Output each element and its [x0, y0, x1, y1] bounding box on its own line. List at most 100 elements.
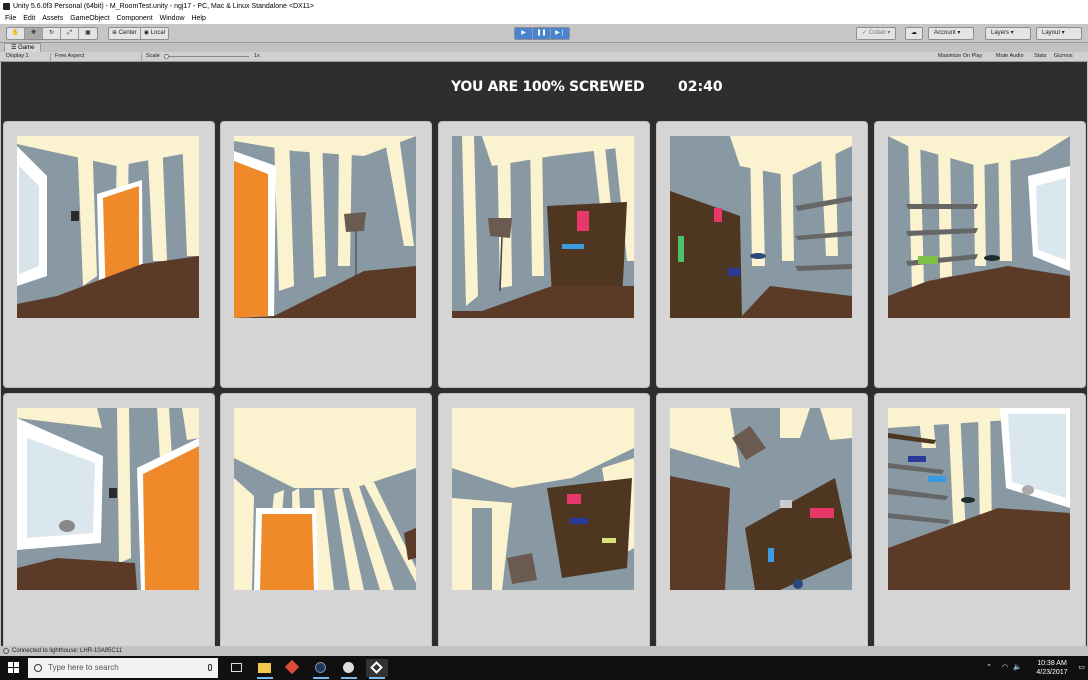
- camera-card-5[interactable]: [874, 121, 1086, 388]
- countdown-timer: 02:40: [678, 79, 723, 95]
- divider: [141, 53, 142, 61]
- game-view[interactable]: YOU ARE 100% SCREWED 02:40: [1, 62, 1087, 646]
- camera-card-6[interactable]: [3, 393, 215, 646]
- stats-toggle[interactable]: Stats: [1034, 52, 1047, 61]
- cloud-icon: ☁: [911, 30, 917, 36]
- layers-dropdown[interactable]: Layers ▾: [985, 27, 1031, 40]
- window-title: Unity 5.6.0f3 Personal (64bit) - M_RoomT…: [13, 3, 315, 10]
- main-toolbar: ✋ ✥ ↻ ⤢ ▣ ⊕ Center ◉ Local ▶ ❚❚ ▶❘ ✓ Col…: [0, 24, 1088, 43]
- camera-card-1[interactable]: [3, 121, 215, 388]
- menu-component[interactable]: Component: [116, 13, 152, 24]
- unity-taskbar-icon[interactable]: [366, 659, 388, 679]
- window-title-bar: Unity 5.6.0f3 Personal (64bit) - M_RoomT…: [0, 0, 1088, 13]
- camera-card-7[interactable]: [220, 393, 432, 646]
- camera-card-3[interactable]: [438, 121, 650, 388]
- menu-gameobject[interactable]: GameObject: [70, 13, 109, 24]
- search-placeholder: Type here to search: [48, 663, 119, 672]
- taskbar-clock[interactable]: 10:38 AM 4/23/2017: [1032, 659, 1072, 677]
- menu-help[interactable]: Help: [191, 13, 205, 24]
- tab-row: ☰ Game: [0, 43, 1088, 52]
- steamvr-icon[interactable]: [338, 659, 360, 679]
- camera-view-8: [452, 408, 634, 590]
- microphone-icon[interactable]: [208, 664, 212, 671]
- pivot-toggles: ⊕ Center ◉ Local: [108, 27, 169, 40]
- collab-dropdown[interactable]: ✓ Collab ▾: [856, 27, 897, 40]
- info-icon: [3, 648, 9, 654]
- collab-label: Collab: [868, 30, 886, 36]
- menu-file[interactable]: File: [5, 13, 16, 24]
- account-dropdown[interactable]: Account ▾: [928, 27, 974, 40]
- hand-icon[interactable]: ✋: [7, 28, 25, 39]
- camera-card-9[interactable]: [656, 393, 868, 646]
- maximize-on-play-toggle[interactable]: Maximize On Play: [938, 52, 982, 61]
- hud: YOU ARE 100% SCREWED 02:40: [1, 79, 1087, 101]
- clock-time: 10:38 AM: [1037, 660, 1067, 667]
- camera-view-2: [234, 136, 416, 318]
- pivot-icon: ⊕: [112, 30, 118, 36]
- tab-game[interactable]: ☰ Game: [4, 43, 42, 52]
- file-explorer-icon[interactable]: [254, 659, 276, 679]
- camera-card-2[interactable]: [220, 121, 432, 388]
- game-view-toolbar: Display 1 Free Aspect Scale 1x Maximize …: [0, 52, 1088, 62]
- windows-taskbar: Type here to search ⌃ ◠ 🔈 10:38 AM 4/23/…: [0, 656, 1088, 680]
- camera-view-3: [452, 136, 634, 318]
- camera-view-6: [17, 408, 199, 590]
- game-tab-label: Game: [18, 45, 35, 51]
- menu-assets[interactable]: Assets: [42, 13, 63, 24]
- local-icon: ◉: [143, 30, 149, 36]
- camera-view-7: [234, 408, 416, 590]
- divider: [50, 53, 51, 61]
- aspect-dropdown[interactable]: Free Aspect: [55, 52, 84, 61]
- task-view-icon[interactable]: [226, 659, 248, 677]
- editor-status-bar: Connected to lighthouse: LHR-10A85C11: [0, 646, 1088, 656]
- space-label: Local: [150, 30, 165, 36]
- camera-card-4[interactable]: [656, 121, 868, 388]
- play-button[interactable]: ▶: [515, 28, 533, 39]
- camera-card-10[interactable]: [874, 393, 1086, 646]
- camera-view-9: [670, 408, 852, 590]
- menu-window[interactable]: Window: [160, 13, 185, 24]
- move-icon[interactable]: ✥: [25, 28, 43, 39]
- pivot-center-button[interactable]: ⊕ Center: [109, 28, 141, 39]
- clock-date: 4/23/2017: [1036, 669, 1068, 676]
- step-button[interactable]: ▶❘: [551, 28, 569, 39]
- display-dropdown[interactable]: Display 1: [6, 52, 29, 61]
- status-message: Connected to lighthouse: LHR-10A85C11: [12, 648, 122, 654]
- scale-icon[interactable]: ⤢: [61, 28, 79, 39]
- account-label: Account: [934, 30, 956, 36]
- volume-icon[interactable]: 🔈: [1013, 663, 1022, 671]
- git-app-icon[interactable]: [282, 659, 304, 677]
- transform-tools: ✋ ✥ ↻ ⤢ ▣: [6, 27, 98, 40]
- layout-dropdown[interactable]: Layout ▾: [1036, 27, 1082, 40]
- windows-start-icon[interactable]: [8, 662, 20, 674]
- camera-view-4: [670, 136, 852, 318]
- scale-label: Scale: [146, 53, 160, 59]
- camera-view-1: [17, 136, 199, 318]
- pause-button[interactable]: ❚❚: [533, 28, 551, 39]
- scale-slider-handle[interactable]: [164, 54, 169, 59]
- camera-view-5: [888, 136, 1070, 318]
- menu-bar: File Edit Assets GameObject Component Wi…: [0, 13, 1088, 24]
- notifications-icon[interactable]: ▭: [1078, 663, 1085, 671]
- rect-icon[interactable]: ▣: [79, 28, 97, 39]
- layers-label: Layers: [991, 30, 1010, 36]
- chevron-up-icon[interactable]: ⌃: [986, 663, 992, 671]
- game-tab-icon: ☰: [11, 45, 17, 51]
- unity-icon: [3, 3, 10, 10]
- scale-value: 1x: [254, 53, 260, 59]
- pivot-label: Center: [118, 30, 137, 36]
- cloud-button[interactable]: ☁: [905, 27, 923, 40]
- camera-card-8[interactable]: [438, 393, 650, 646]
- pivot-local-button[interactable]: ◉ Local: [141, 28, 168, 39]
- rotate-icon[interactable]: ↻: [43, 28, 61, 39]
- gizmos-dropdown[interactable]: Gizmos: [1054, 52, 1073, 61]
- wifi-icon[interactable]: ◠: [1002, 663, 1008, 671]
- search-icon: [34, 664, 42, 672]
- menu-edit[interactable]: Edit: [23, 13, 35, 24]
- scale-slider-track[interactable]: [164, 56, 249, 57]
- screwed-status: YOU ARE 100% SCREWED: [451, 79, 645, 95]
- mute-audio-toggle[interactable]: Mute Audio: [996, 52, 1024, 61]
- play-controls: ▶ ❚❚ ▶❘: [514, 27, 570, 40]
- taskbar-search-input[interactable]: Type here to search: [28, 658, 218, 678]
- steam-icon[interactable]: [310, 659, 332, 679]
